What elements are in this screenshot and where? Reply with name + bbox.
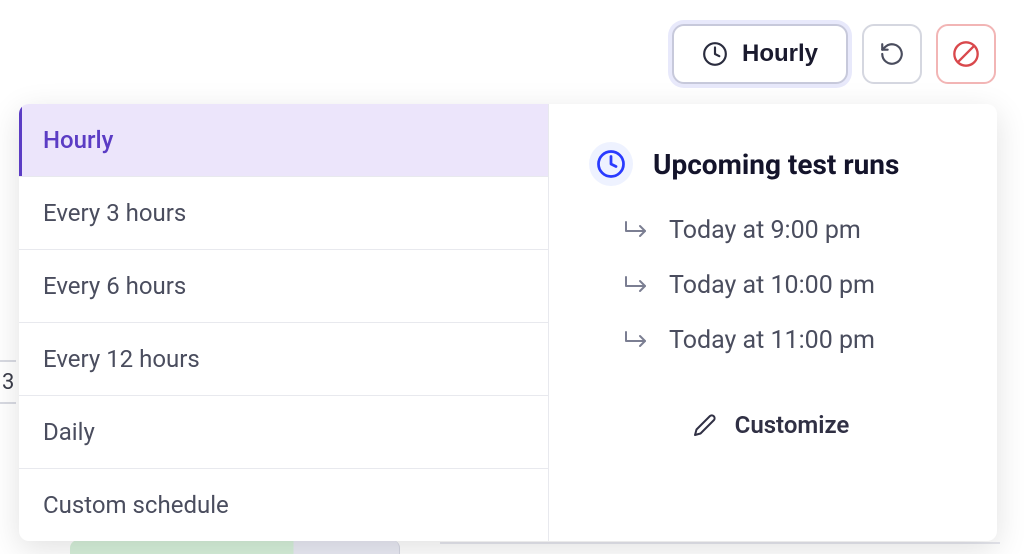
option-label: Every 3 hours: [43, 199, 186, 227]
option-label: Daily: [43, 418, 95, 446]
upcoming-run-item: Today at 11:00 pm: [589, 326, 953, 355]
option-label: Hourly: [43, 126, 113, 154]
upcoming-run-item: Today at 9:00 pm: [589, 216, 953, 245]
clock-icon: [589, 142, 633, 186]
toolbar: Hourly: [672, 24, 996, 84]
frequency-option-custom[interactable]: Custom schedule: [19, 469, 548, 541]
reset-button[interactable]: [862, 24, 922, 84]
schedule-frequency-label: Hourly: [742, 40, 818, 68]
cancel-icon: [952, 40, 980, 68]
clock-icon: [702, 41, 728, 67]
schedule-frequency-button[interactable]: Hourly: [672, 24, 848, 84]
option-label: Every 6 hours: [43, 272, 186, 300]
preview-header: Upcoming test runs: [589, 142, 953, 186]
frequency-option-6hours[interactable]: Every 6 hours: [19, 250, 548, 323]
upcoming-run-item: Today at 10:00 pm: [589, 271, 953, 300]
background-row-number: 3: [0, 360, 16, 404]
option-label: Custom schedule: [43, 491, 229, 519]
upcoming-run-list: Today at 9:00 pm Today at 10:00 pm: [589, 216, 953, 355]
frequency-option-12hours[interactable]: Every 12 hours: [19, 323, 548, 396]
undo-icon: [879, 41, 905, 67]
background-strip: [70, 540, 400, 554]
run-time-label: Today at 10:00 pm: [669, 271, 875, 300]
frequency-option-hourly[interactable]: Hourly: [19, 104, 548, 177]
cancel-button[interactable]: [936, 24, 996, 84]
upcoming-runs-panel: Upcoming test runs Today at 9:00 pm: [549, 104, 997, 541]
arrow-return-icon: [623, 274, 651, 298]
pencil-icon: [693, 413, 717, 437]
frequency-option-3hours[interactable]: Every 3 hours: [19, 177, 548, 250]
arrow-return-icon: [623, 219, 651, 243]
schedule-dropdown-panel: Hourly Every 3 hours Every 6 hours Every…: [19, 104, 997, 541]
background-strip: [440, 542, 1000, 554]
preview-title: Upcoming test runs: [653, 148, 899, 181]
run-time-label: Today at 11:00 pm: [669, 326, 875, 355]
run-time-label: Today at 9:00 pm: [669, 216, 861, 245]
frequency-option-daily[interactable]: Daily: [19, 396, 548, 469]
customize-button[interactable]: Customize: [589, 405, 953, 445]
option-label: Every 12 hours: [43, 345, 200, 373]
frequency-option-list: Hourly Every 3 hours Every 6 hours Every…: [19, 104, 549, 541]
customize-label: Customize: [735, 411, 850, 439]
arrow-return-icon: [623, 329, 651, 353]
